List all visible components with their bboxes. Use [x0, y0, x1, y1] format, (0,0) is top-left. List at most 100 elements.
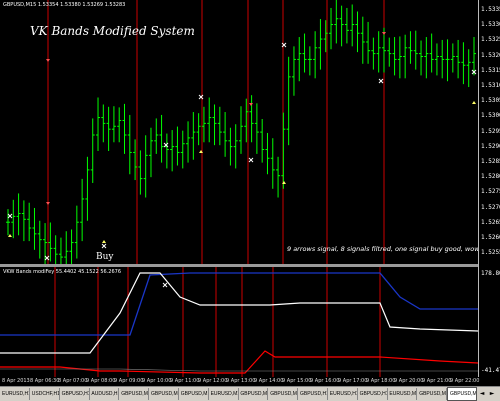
price-bar	[466, 49, 471, 88]
sell-arrow-icon	[46, 59, 50, 62]
price-bar	[403, 34, 408, 79]
time-tick-label: 9 Apr 10:00	[142, 378, 172, 384]
chart-tab[interactable]: EURUSD,H1	[328, 388, 358, 400]
chart-tab[interactable]: GBPUSD,H1	[298, 388, 328, 400]
price-bar	[366, 21, 371, 64]
price-bar	[96, 97, 101, 151]
signal-cross-icon	[44, 255, 50, 261]
price-tick-label: 1.5320	[481, 51, 500, 59]
price-bar	[175, 126, 180, 166]
price-bar	[318, 19, 323, 70]
price-bar	[122, 103, 127, 154]
price-bar	[69, 229, 74, 264]
chart-tab[interactable]: EURUSD,M15	[209, 388, 239, 400]
chart-tab[interactable]: GBPUSD,M15	[268, 388, 299, 400]
chart-tab[interactable]: GBPUSD,M30	[238, 388, 269, 400]
price-bar	[472, 37, 476, 76]
price-bar	[302, 33, 307, 73]
price-bar	[387, 37, 392, 67]
price-tick-label: 1.5260	[481, 234, 500, 241]
chart-title: VK Bands Modified System	[30, 24, 195, 38]
price-chart-canvas	[6, 0, 477, 264]
price-chart[interactable]: GBPUSD,M15 1.53354 1.53380 1.53269 1.532…	[0, 0, 478, 264]
chart-tab[interactable]: EURUSD,H1	[0, 388, 30, 400]
time-tick-label: 9 Apr 16:00	[310, 378, 340, 384]
chart-tabs-bar: ◄ ► EURUSD,H1 USDCHF,H1 GBPUSD,H1 AUDUSD,H1…	[0, 386, 500, 401]
price-bar	[249, 95, 254, 143]
price-bar	[371, 37, 376, 70]
chart-tab[interactable]: EURUSD,M15	[387, 388, 418, 400]
indicator-pane[interactable]: VKW Bands modiFey 55.4402 45.1522 56.267…	[0, 267, 478, 377]
chart-tab[interactable]: GBPUSD,M15	[179, 388, 209, 400]
price-bar	[53, 235, 58, 264]
chart-tab[interactable]: USDCHF,H1	[30, 388, 60, 400]
price-bar	[11, 199, 16, 239]
price-bar	[27, 202, 32, 242]
price-bar	[159, 114, 164, 163]
price-bar	[32, 207, 37, 250]
price-bar	[90, 118, 95, 183]
indicator-cross-icon	[162, 282, 168, 288]
indicator-zero-line	[0, 368, 478, 372]
price-bar	[440, 39, 445, 79]
price-tick-label: 1.5335	[481, 6, 500, 13]
price-bar	[281, 112, 286, 189]
chart-tab[interactable]: GBPUSD,M15	[447, 387, 477, 401]
price-tick-label: 1.5295	[481, 127, 500, 135]
price-bar	[133, 139, 138, 181]
price-tick-label: 1.5265	[481, 218, 500, 226]
price-tick-label: 1.5285	[481, 158, 500, 165]
price-bar	[148, 127, 153, 178]
price-tick-label: 1.5325	[481, 36, 500, 44]
indicator-info: VKW Bands modiFey 55.4402 45.1522 56.267…	[3, 269, 122, 275]
price-tick-label: 1.5255	[481, 249, 500, 257]
chart-window: GBPUSD,M15 1.53354 1.53380 1.53269 1.532…	[0, 0, 500, 401]
price-bar	[334, 0, 339, 44]
price-bar	[64, 231, 69, 264]
price-bar	[101, 104, 106, 143]
price-bar	[429, 33, 434, 73]
chart-tab[interactable]: GBPUSD,H1	[358, 388, 388, 400]
price-bar	[239, 106, 243, 154]
price-bar	[254, 103, 259, 154]
price-bar	[424, 37, 429, 79]
chart-tab[interactable]: GBPUSD,M15	[417, 388, 448, 400]
indicator-blue-line	[0, 272, 478, 336]
price-tick-label: 1.5300	[481, 112, 500, 120]
time-tick-label: 8 Apr 2013	[2, 378, 30, 384]
price-bar	[117, 107, 122, 143]
price-bar	[392, 37, 397, 76]
chart-tab[interactable]: GBPUSD,M15	[119, 388, 150, 400]
symbol-info: GBPUSD,M15 1.53354 1.53380 1.53269 1.532…	[3, 2, 126, 8]
price-bar	[228, 127, 233, 166]
price-bar	[212, 104, 217, 146]
indicator-canvas	[0, 267, 478, 377]
time-tick-label: 9 Apr 11:00	[170, 378, 200, 384]
price-scale[interactable]: 1.5335 1.5330 1.5325 1.5320 1.5315 1.5310 1.53…	[478, 0, 500, 377]
buy-arrow-icon	[472, 101, 476, 104]
price-bar	[265, 132, 270, 175]
time-tick-label: 8 Apr 06:30	[30, 378, 60, 384]
price-bar	[6, 209, 10, 236]
price-bar	[170, 130, 175, 172]
tab-scroll-right-icon[interactable]: ►	[488, 389, 496, 399]
price-tick-label: 1.5315	[481, 66, 500, 74]
price-bar	[270, 138, 275, 189]
price-bar	[450, 43, 455, 73]
price-bar	[350, 4, 355, 47]
price-bar	[434, 43, 439, 76]
chart-tab[interactable]: AUDUSD,H1	[89, 388, 120, 400]
buy-arrow-icon	[8, 234, 12, 237]
chart-tab[interactable]: GBPUSD,M15	[149, 388, 179, 400]
chart-tab[interactable]: GBPUSD,H1	[60, 388, 90, 400]
time-tick-label: 9 Apr 08:00	[86, 378, 116, 384]
time-tick-label: 9 Apr 15:00	[282, 378, 312, 384]
indicator-scale-label: -41.4794	[481, 367, 500, 374]
price-bar	[143, 135, 148, 198]
signal-cross-icon	[378, 78, 384, 84]
price-bar	[360, 16, 365, 64]
price-bar	[180, 130, 185, 169]
price-bar	[106, 106, 111, 151]
tab-scroll-left-icon[interactable]: ◄	[478, 389, 486, 399]
price-tick-label: 1.5280	[481, 173, 500, 181]
